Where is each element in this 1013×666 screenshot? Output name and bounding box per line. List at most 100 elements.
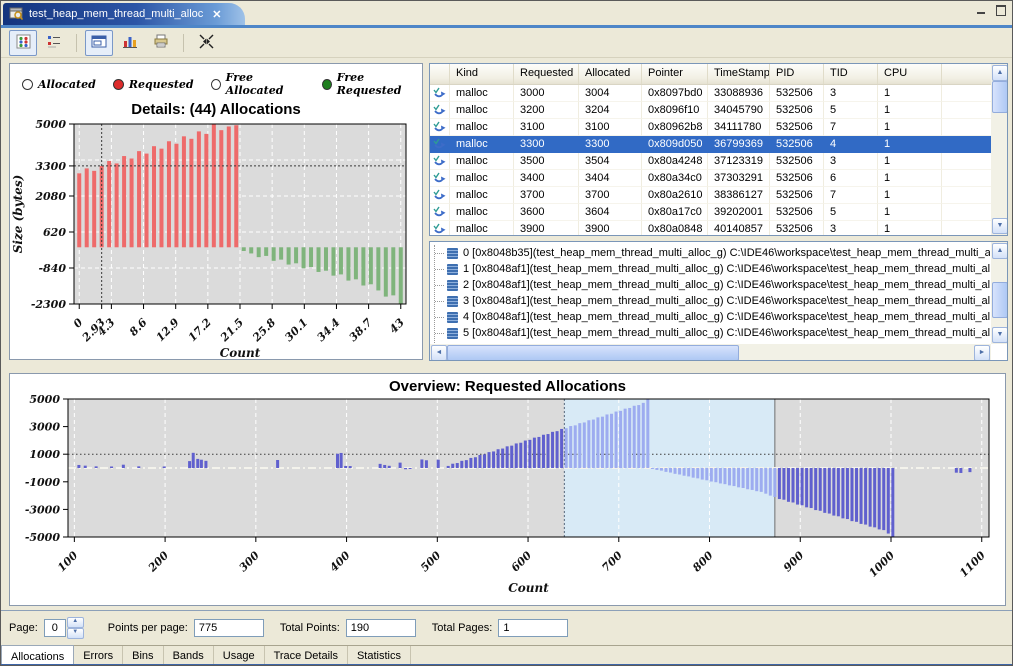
svg-text:200: 200: [145, 549, 171, 575]
svg-text:1100: 1100: [957, 549, 988, 580]
cell-pointer: 0x80a0848: [642, 221, 708, 235]
cell-pid: 532506: [770, 102, 824, 119]
cell-cpu: 1: [878, 187, 942, 204]
svg-text:21.5: 21.5: [217, 316, 246, 345]
trace-list-item[interactable]: 2 [0x8048af1](test_heap_mem_thread_multi…: [435, 277, 990, 293]
table-vertical-scrollbar[interactable]: ▲ ▼: [991, 64, 1007, 235]
bar-chart-button[interactable]: [116, 30, 144, 56]
scroll-down-icon[interactable]: ▼: [992, 218, 1008, 234]
scrollbar-thumb[interactable]: [447, 345, 739, 361]
table-row[interactable]: malloc390039000x80a08484014085753250631: [430, 221, 991, 235]
column-header-pid[interactable]: PID: [770, 64, 824, 84]
cell-pointer: 0x8096f10: [642, 102, 708, 119]
svg-text:43: 43: [387, 316, 407, 336]
legend-label: Allocated: [38, 78, 96, 91]
column-header-requested[interactable]: Requested: [514, 64, 579, 84]
tab-errors[interactable]: Errors: [74, 646, 123, 665]
legend-list-button[interactable]: [40, 30, 68, 56]
trace-list-item[interactable]: 3 [0x8048af1](test_heap_mem_thread_multi…: [435, 293, 990, 309]
legend-label: Free Allocated: [226, 71, 305, 97]
print-button[interactable]: [147, 30, 175, 56]
legend-item-allocated[interactable]: Allocated: [22, 78, 96, 91]
scroll-left-icon[interactable]: ◄: [431, 345, 447, 361]
trace-list-item[interactable]: 5 [0x8048af1](test_heap_mem_thread_multi…: [435, 325, 990, 341]
spinner-up-icon[interactable]: ▲: [67, 617, 84, 628]
table-row[interactable]: malloc340034040x80a34c03730329153250661: [430, 170, 991, 187]
tab-close-icon[interactable]: ✕: [212, 8, 221, 21]
trace-entry-text: 2 [0x8048af1](test_heap_mem_thread_multi…: [463, 279, 990, 291]
column-header-cpu[interactable]: CPU: [878, 64, 942, 84]
legend-item-free-allocated[interactable]: Free Allocated: [211, 71, 305, 97]
tab-usage[interactable]: Usage: [214, 646, 265, 665]
total-pages-label: Total Pages:: [432, 622, 493, 634]
fit-to-window-button[interactable]: [192, 30, 220, 56]
tree-connector: [435, 317, 444, 318]
column-header-allocated[interactable]: Allocated: [579, 64, 642, 84]
scroll-down-icon[interactable]: ▼: [992, 327, 1008, 343]
trace-list-item[interactable]: 0 [0x8048b35](test_heap_mem_thread_multi…: [435, 245, 990, 261]
trace-list-item[interactable]: 1 [0x8048af1](test_heap_mem_thread_multi…: [435, 261, 990, 277]
overview-chart-svg[interactable]: 500030001000-1000-3000-50001002003004005…: [10, 395, 1001, 597]
legend-item-free-requested[interactable]: Free Requested: [322, 71, 422, 97]
details-chart-svg[interactable]: 50002080620-840-2300330004.38.612.917.22…: [10, 118, 416, 362]
overview-pane-button[interactable]: [85, 30, 113, 56]
malloc-event-icon: [430, 221, 450, 235]
cell-timestamp: 40140857: [708, 221, 770, 235]
cell-timestamp: 39202001: [708, 204, 770, 221]
tab-statistics[interactable]: Statistics: [348, 646, 411, 665]
layout-grid-button[interactable]: [9, 30, 37, 56]
scrollbar-thumb[interactable]: [992, 81, 1008, 113]
restore-button[interactable]: [995, 5, 1006, 15]
cell-timestamp: 37123319: [708, 153, 770, 170]
tree-connector: [435, 301, 444, 302]
column-header-tid[interactable]: TID: [824, 64, 878, 84]
table-row[interactable]: malloc310031000x80962b83411178053250671: [430, 119, 991, 136]
svg-text:620: 620: [43, 226, 66, 239]
cell-pointer: 0x80a4248: [642, 153, 708, 170]
table-row[interactable]: malloc370037000x80a26103838612753250671: [430, 187, 991, 204]
table-row[interactable]: malloc360036040x80a17c03920200153250651: [430, 204, 991, 221]
tree-connector: [435, 333, 444, 334]
scroll-up-icon[interactable]: ▲: [992, 243, 1008, 259]
legend-swatch-icon: [322, 79, 332, 90]
points-per-page-input[interactable]: [194, 619, 264, 637]
svg-text:1000: 1000: [866, 549, 897, 580]
page-input[interactable]: [44, 619, 66, 637]
tree-connector: [435, 253, 444, 254]
trace-list-item[interactable]: 4 [0x8048af1](test_heap_mem_thread_multi…: [435, 309, 990, 325]
trace-vertical-scrollbar[interactable]: ▲ ▼: [991, 242, 1007, 344]
minimize-button[interactable]: [976, 5, 987, 15]
allocations-grid: KindRequestedAllocatedPointerTimeStampPI…: [430, 64, 991, 235]
cell-cpu: 1: [878, 119, 942, 136]
column-header-kind[interactable]: Kind: [450, 64, 514, 84]
svg-text:38.7: 38.7: [347, 316, 375, 344]
table-row[interactable]: malloc300030040x8097bd03308893653250631: [430, 85, 991, 102]
table-row[interactable]: malloc330033000x809d0503679936953250641: [430, 136, 991, 153]
spinner-down-icon[interactable]: ▼: [67, 628, 84, 639]
table-row[interactable]: malloc320032040x8096f103404579053250651: [430, 102, 991, 119]
cell-cpu: 1: [878, 204, 942, 221]
cell-pid: 532506: [770, 204, 824, 221]
cell-cpu: 1: [878, 136, 942, 153]
trace-entry-icon: [447, 264, 458, 275]
cell-pointer: 0x80a17c0: [642, 204, 708, 221]
cell-filler: [942, 153, 991, 170]
trace-horizontal-scrollbar[interactable]: ◄ ►: [430, 344, 991, 360]
svg-text:17.2: 17.2: [186, 316, 214, 344]
svg-text:Count: Count: [508, 581, 549, 595]
column-header-timestamp[interactable]: TimeStamp: [708, 64, 770, 84]
trace-entry-icon: [447, 312, 458, 323]
scrollbar-thumb[interactable]: [992, 282, 1008, 318]
malloc-event-icon: [430, 102, 450, 119]
tab-bands[interactable]: Bands: [164, 646, 214, 665]
tab-allocations[interactable]: Allocations: [1, 645, 74, 665]
table-row[interactable]: malloc350035040x80a42483712331953250631: [430, 153, 991, 170]
tab-bins[interactable]: Bins: [123, 646, 163, 665]
tab-test-heap-mem-thread-multi-alloc[interactable]: test_heap_mem_thread_multi_alloc ✕: [3, 3, 245, 25]
column-header-pointer[interactable]: Pointer: [642, 64, 708, 84]
tab-trace-details[interactable]: Trace Details: [265, 646, 348, 665]
scroll-up-icon[interactable]: ▲: [992, 65, 1008, 81]
legend-swatch-icon: [22, 79, 33, 90]
scroll-right-icon[interactable]: ►: [974, 345, 990, 361]
legend-item-requested[interactable]: Requested: [113, 78, 194, 91]
